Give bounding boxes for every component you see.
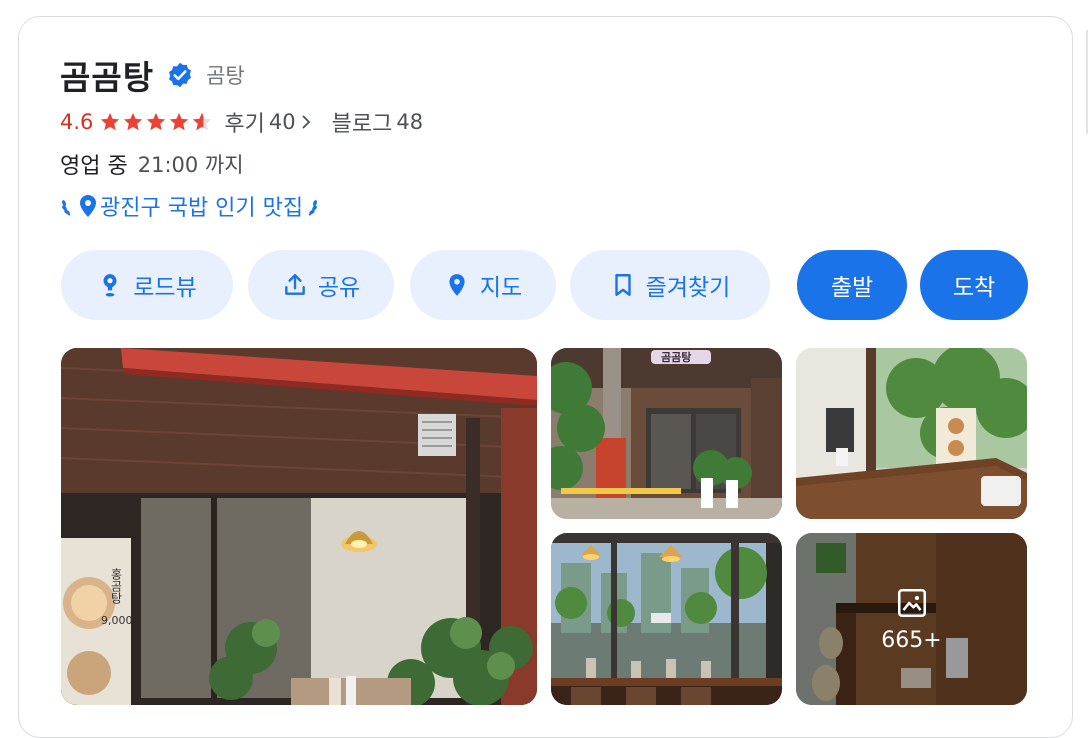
- share-button[interactable]: 공유: [248, 250, 394, 320]
- interior-photo[interactable]: [796, 348, 1027, 519]
- location-pin-icon: [80, 195, 96, 217]
- half-star-icon: [193, 112, 212, 131]
- bookmark-label: 즐겨찾기: [645, 275, 731, 301]
- star-icon: [170, 112, 189, 131]
- map-button[interactable]: 지도: [410, 250, 556, 320]
- depart-button[interactable]: 출발: [797, 250, 907, 320]
- star-icon: [101, 112, 120, 131]
- place-category: 곰탕: [206, 64, 245, 88]
- main-photo[interactable]: 홍곰탕 9,000: [61, 348, 537, 705]
- menu-text: 홍곰탕: [109, 568, 123, 604]
- sign-text: 곰곰탕: [661, 350, 691, 364]
- blog-count: 48: [396, 110, 424, 134]
- award-text: 광진구 국밥 인기 맛집: [100, 196, 304, 221]
- laurel-right-icon: [308, 200, 318, 216]
- rating-row: 4.6 후기 40 블로그 48: [60, 106, 423, 138]
- roadview-label: 로드뷰: [133, 275, 197, 301]
- depart-label: 출발: [830, 275, 874, 301]
- star-icon: [124, 112, 143, 131]
- bookmark-icon: [614, 274, 631, 296]
- storefront-image: 홍곰탕 9,000: [61, 348, 537, 705]
- chevron-right-icon: [301, 115, 310, 129]
- reviews-label: 후기: [224, 112, 265, 137]
- more-photos-overlay: 665+: [796, 533, 1027, 705]
- verified-check-icon: [169, 62, 192, 88]
- window-image: [551, 533, 782, 705]
- star-icon: [147, 112, 166, 131]
- roadview-button[interactable]: 로드뷰: [61, 250, 233, 320]
- share-label: 공유: [317, 275, 361, 301]
- window-photo[interactable]: [551, 533, 782, 705]
- menu-price: 9,000: [101, 614, 133, 627]
- interior-image: [796, 348, 1027, 519]
- more-photos-count: 665+: [881, 627, 942, 653]
- blog-link[interactable]: 블로그 48: [332, 106, 423, 138]
- laurel-left-icon: [62, 200, 71, 216]
- more-photos-tile[interactable]: 665+: [796, 533, 1027, 705]
- share-upload-icon: [284, 274, 305, 295]
- reviews-count: 40: [268, 110, 296, 134]
- arrive-label: 도착: [952, 275, 996, 301]
- street-view-pin-icon: [103, 274, 117, 297]
- title-row: 곰곰탕 곰탕: [60, 51, 245, 99]
- arrive-button[interactable]: 도착: [920, 250, 1028, 320]
- bookmark-button[interactable]: 즐겨찾기: [570, 250, 770, 320]
- open-status: 영업 중: [60, 154, 128, 179]
- scrollbar-edge: [1086, 30, 1088, 134]
- place-title[interactable]: 곰곰탕: [60, 51, 154, 99]
- blog-label: 블로그: [331, 112, 393, 137]
- map-label: 지도: [479, 275, 523, 301]
- street-photo[interactable]: 곰곰탕: [551, 348, 782, 519]
- rating-value: 4.6: [60, 110, 94, 134]
- star-rating: [99, 111, 214, 133]
- reviews-link[interactable]: 후기 40: [224, 106, 311, 138]
- map-pin-icon: [449, 274, 465, 296]
- hours-row[interactable]: 영업 중 21:00 까지: [60, 148, 244, 180]
- award-badge[interactable]: 광진구 국밥 인기 맛집: [60, 190, 319, 222]
- close-time: 21:00 까지: [137, 153, 244, 177]
- gallery-icon: [897, 588, 926, 617]
- street-image: 곰곰탕: [551, 348, 782, 519]
